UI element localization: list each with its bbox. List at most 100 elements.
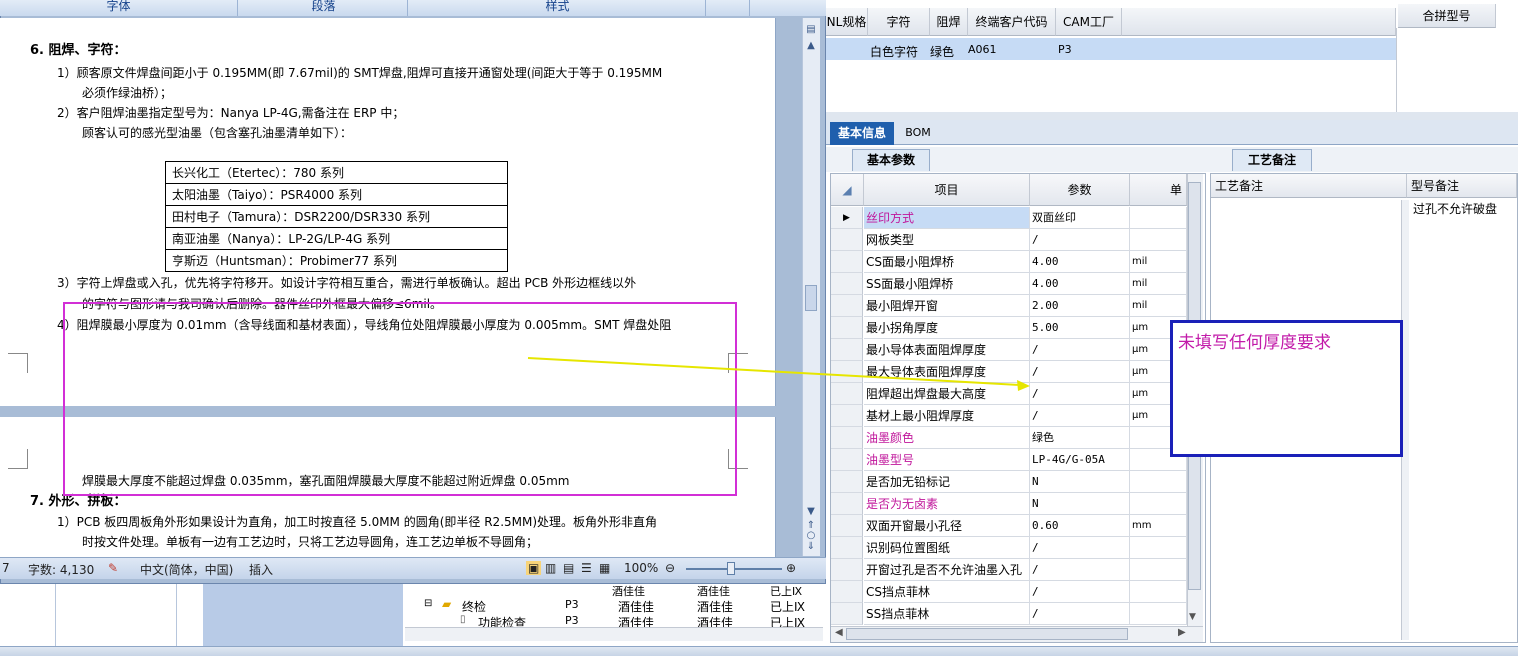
param-unit-cell[interactable]: mil [1130, 251, 1187, 273]
full-screen-reading-icon[interactable]: ▥ [545, 561, 556, 575]
scroll-down-icon[interactable]: ▼ [1189, 612, 1196, 622]
draft-view-icon[interactable]: ▦ [599, 561, 610, 575]
param-value-cell[interactable]: LP-4G/G-05A [1030, 449, 1130, 471]
scroll-down-icon[interactable]: ▼ [803, 506, 819, 517]
notes-header-model[interactable]: 型号备注 [1407, 174, 1517, 198]
param-item-cell[interactable]: 网板类型 [864, 229, 1030, 251]
param-item-cell[interactable]: CS挡点菲林 [864, 581, 1030, 603]
browse-object-icon[interactable]: ○ [803, 530, 819, 541]
page-indicator[interactable]: 7 [2, 561, 10, 575]
row-selector[interactable] [831, 449, 863, 471]
param-value-cell[interactable]: / [1030, 559, 1130, 581]
col-header-solder-mask[interactable]: 阻焊 [930, 8, 968, 36]
row-selector[interactable] [831, 427, 863, 449]
param-value-cell[interactable]: N [1030, 471, 1130, 493]
ruler-toggle-icon[interactable]: ▤ [803, 24, 819, 35]
row-selector[interactable]: ▶ [831, 207, 863, 229]
ribbon-group-font[interactable]: 字体 [0, 0, 238, 16]
row-selector[interactable] [831, 559, 863, 581]
scroll-left-icon[interactable]: ◀ [835, 627, 843, 638]
grid-header-param[interactable]: 参数 [1030, 174, 1130, 206]
param-item-cell[interactable]: 开窗过孔是否不允许油墨入孔 [864, 559, 1030, 581]
panel-splitter[interactable] [826, 112, 1518, 120]
col-header-merge-model[interactable]: 合拼型号 [1398, 4, 1496, 28]
next-page-icon[interactable]: ⇓ [803, 541, 819, 552]
notes-header-process[interactable]: 工艺备注 [1211, 174, 1407, 198]
tab-basic-params[interactable]: 基本参数 [852, 149, 930, 171]
row-selector[interactable] [831, 405, 863, 427]
param-item-cell[interactable]: 油墨型号 [864, 449, 1030, 471]
param-unit-cell[interactable] [1130, 229, 1187, 251]
tab-basic-info[interactable]: 基本信息 [830, 122, 894, 145]
param-value-cell[interactable]: / [1030, 405, 1130, 427]
tree-node-final-inspection[interactable]: 终检 [462, 598, 486, 615]
scroll-right-icon[interactable]: ▶ [1178, 627, 1186, 638]
row-selector[interactable] [831, 493, 863, 515]
ribbon-group-editing[interactable] [708, 0, 750, 16]
param-value-cell[interactable]: 双面丝印 [1030, 207, 1130, 229]
tree-collapse-icon[interactable]: ⊟ [424, 598, 432, 609]
col-header-nl-spec[interactable]: NL规格 [826, 8, 868, 36]
row-selector[interactable] [831, 317, 863, 339]
param-value-cell[interactable]: 5.00 [1030, 317, 1130, 339]
zoom-slider-knob[interactable] [727, 562, 735, 575]
col-header-character[interactable]: 字符 [868, 8, 930, 36]
param-unit-cell[interactable] [1130, 581, 1187, 603]
param-item-cell[interactable]: 双面开窗最小孔径 [864, 515, 1030, 537]
proofing-icon[interactable]: ✎ [108, 561, 118, 575]
param-item-cell[interactable]: CS面最小阻焊桥 [864, 251, 1030, 273]
param-unit-cell[interactable]: mil [1130, 273, 1187, 295]
col-header-cam-factory[interactable]: CAM工厂 [1056, 8, 1122, 36]
row-selector[interactable] [831, 251, 863, 273]
ribbon-group-styles[interactable]: 样式 [410, 0, 706, 16]
tab-bom[interactable]: BOM [898, 122, 938, 145]
zoom-level[interactable]: 100% [624, 561, 658, 575]
param-unit-cell[interactable]: mil [1130, 295, 1187, 317]
param-value-cell[interactable]: / [1030, 339, 1130, 361]
param-unit-cell[interactable] [1130, 207, 1187, 229]
zoom-in-icon[interactable]: ⊕ [786, 561, 796, 575]
web-layout-icon[interactable]: ▤ [563, 561, 574, 575]
outline-view-icon[interactable]: ☰ [581, 561, 592, 575]
zoom-out-icon[interactable]: ⊖ [665, 561, 675, 575]
param-item-cell[interactable]: SS面最小阻焊桥 [864, 273, 1030, 295]
param-value-cell[interactable]: 2.00 [1030, 295, 1130, 317]
param-unit-cell[interactable]: mm [1130, 515, 1187, 537]
row-selector[interactable] [831, 295, 863, 317]
param-unit-cell[interactable] [1130, 603, 1187, 625]
row-selector[interactable] [831, 537, 863, 559]
row-selector[interactable] [831, 603, 863, 625]
param-item-cell[interactable]: 是否加无铅标记 [864, 471, 1030, 493]
scroll-up-icon[interactable]: ▲ [803, 40, 819, 51]
param-value-cell[interactable]: 4.00 [1030, 251, 1130, 273]
word-count[interactable]: 字数: 4,130 [28, 561, 94, 578]
param-unit-cell[interactable] [1130, 537, 1187, 559]
param-value-cell[interactable]: 4.00 [1030, 273, 1130, 295]
tab-process-notes[interactable]: 工艺备注 [1232, 149, 1312, 171]
param-value-cell[interactable]: N [1030, 493, 1130, 515]
row-selector[interactable] [831, 471, 863, 493]
param-unit-cell[interactable] [1130, 471, 1187, 493]
param-value-cell[interactable]: 0.60 [1030, 515, 1130, 537]
param-item-cell[interactable]: 最小拐角厚度 [864, 317, 1030, 339]
param-value-cell[interactable]: / [1030, 581, 1130, 603]
grid-header-item[interactable]: 项目 [864, 174, 1030, 206]
param-item-cell[interactable]: 最小阻焊开窗 [864, 295, 1030, 317]
ribbon-group-paragraph[interactable]: 段落 [240, 0, 408, 16]
param-value-cell[interactable]: / [1030, 361, 1130, 383]
document-scroll-thumb[interactable] [805, 285, 817, 311]
param-value-cell[interactable]: / [1030, 603, 1130, 625]
row-selector[interactable] [831, 581, 863, 603]
row-selector[interactable] [831, 273, 863, 295]
tree-horizontal-scrollbar[interactable] [405, 627, 823, 641]
col-header-end-customer-code[interactable]: 终端客户代码 [968, 8, 1056, 36]
param-unit-cell[interactable] [1130, 559, 1187, 581]
grid-header-unit[interactable]: 单位 [1130, 174, 1187, 206]
param-unit-cell[interactable] [1130, 493, 1187, 515]
language-indicator[interactable]: 中文(简体，中国) [140, 561, 233, 578]
param-value-cell[interactable]: / [1030, 537, 1130, 559]
param-value-cell[interactable]: / [1030, 383, 1130, 405]
row-selector[interactable] [831, 229, 863, 251]
param-item-cell[interactable]: 油墨颜色 [864, 427, 1030, 449]
print-layout-icon[interactable]: ▣ [526, 561, 542, 575]
